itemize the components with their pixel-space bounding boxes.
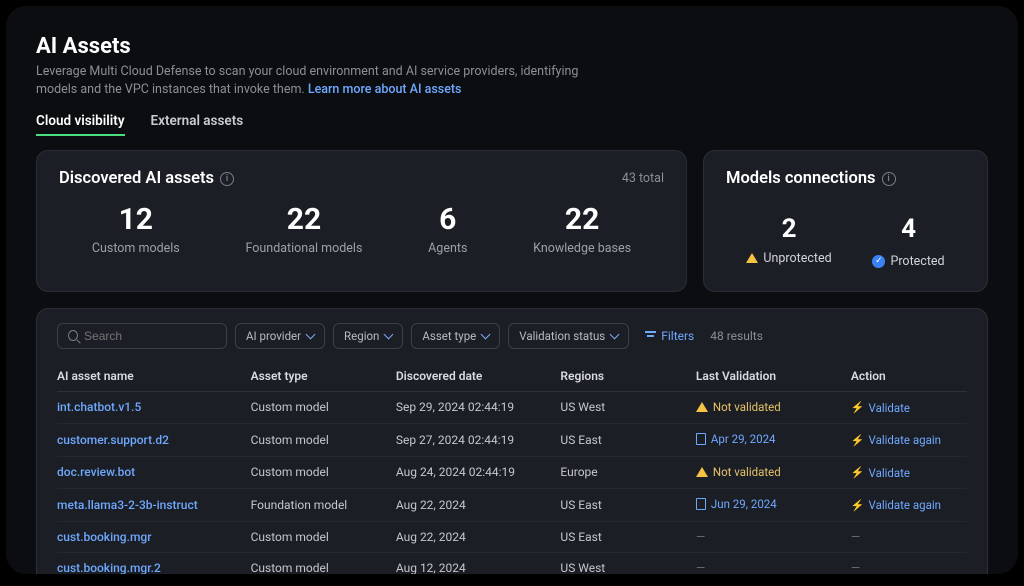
table-panel: AI provider Region Asset type Validation st… [36, 308, 988, 574]
col-header-validation[interactable]: Last Validation [696, 361, 851, 392]
bolt-icon: ⚡ [851, 499, 865, 512]
conn-stat-label: Unprotected [746, 251, 831, 266]
info-icon[interactable]: i [882, 172, 896, 186]
discovered-date: Sep 29, 2024 02:44:19 [396, 391, 561, 423]
tabs: Cloud visibility External assets [36, 113, 988, 136]
results-count: 48 results [710, 329, 763, 343]
asset-type: Foundation model [251, 488, 396, 521]
region: US West [560, 391, 696, 423]
bolt-icon: ⚡ [851, 466, 865, 479]
asset-link[interactable]: doc.review.bot [57, 465, 135, 479]
validation-warn: Not validated [696, 400, 781, 414]
tab-external-assets[interactable]: External assets [151, 113, 244, 136]
region: US East [560, 423, 696, 456]
discovered-date: Aug 12, 2024 [396, 552, 561, 574]
chevron-down-icon [306, 329, 316, 339]
stat-value: 22 [533, 202, 631, 237]
asset-type: Custom model [251, 423, 396, 456]
document-icon [696, 498, 706, 510]
asset-link[interactable]: cust.booking.mgr [57, 530, 151, 544]
conn-stat-label: ✓Protected [872, 254, 944, 269]
check-badge-icon: ✓ [872, 255, 885, 268]
table-row: doc.review.bot Custom model Aug 24, 2024… [57, 456, 967, 488]
validate-action[interactable]: ⚡Validate again [851, 433, 941, 447]
filter-region[interactable]: Region [333, 323, 403, 349]
filter-validation-status[interactable]: Validation status [508, 323, 629, 349]
chevron-down-icon [610, 329, 620, 339]
col-header-action[interactable]: Action [851, 361, 967, 392]
validate-action[interactable]: ⚡Validate [851, 401, 910, 415]
document-icon [696, 433, 706, 445]
chevron-down-icon [481, 329, 491, 339]
stat-label: Custom models [92, 241, 180, 256]
discovered-title: Discovered AI assets [59, 169, 214, 188]
asset-link[interactable]: meta.llama3-2-3b-instruct [57, 498, 198, 512]
discovered-total: 43 total [622, 171, 664, 186]
info-icon[interactable]: i [220, 172, 234, 186]
page-subtitle: Leverage Multi Cloud Defense to scan you… [36, 63, 596, 99]
asset-type: Custom model [251, 456, 396, 488]
asset-type: Custom model [251, 552, 396, 574]
col-header-name[interactable]: AI asset name [57, 361, 251, 392]
asset-type: Custom model [251, 521, 396, 552]
stat-label: Foundational models [246, 241, 363, 256]
validation-warn: Not validated [696, 465, 781, 479]
filter-ai-provider[interactable]: AI provider [235, 323, 325, 349]
warning-icon [746, 253, 758, 263]
asset-link[interactable]: cust.booking.mgr.2 [57, 561, 161, 574]
validate-action[interactable]: ⚡Validate [851, 466, 910, 480]
conn-stat-value: 2 [746, 214, 831, 244]
bolt-icon: ⚡ [851, 434, 865, 447]
connections-title: Models connections [726, 169, 876, 188]
action-empty: — [851, 530, 860, 544]
discovered-date: Aug 22, 2024 [396, 521, 561, 552]
table-row: int.chatbot.v1.5 Custom model Sep 29, 20… [57, 391, 967, 423]
stat-value: 6 [428, 202, 467, 237]
table-row: meta.llama3-2-3b-instruct Foundation mod… [57, 488, 967, 521]
table-row: customer.support.d2 Custom model Sep 27,… [57, 423, 967, 456]
col-header-discovered[interactable]: Discovered date [396, 361, 561, 392]
filters-button[interactable]: Filters [645, 329, 694, 343]
tab-cloud-visibility[interactable]: Cloud visibility [36, 113, 125, 136]
table-row: cust.booking.mgr Custom model Aug 22, 20… [57, 521, 967, 552]
region: US East [560, 521, 696, 552]
filter-icon [645, 331, 656, 340]
connections-panel: Models connections i 2 Unprotected 4 ✓Prote… [703, 150, 988, 292]
validation-empty: — [696, 561, 705, 574]
validation-date[interactable]: Apr 29, 2024 [696, 432, 776, 446]
asset-link[interactable]: customer.support.d2 [57, 433, 169, 447]
discovered-panel: Discovered AI assets i 43 total 12 Custom… [36, 150, 687, 292]
chevron-down-icon [384, 329, 394, 339]
asset-type: Custom model [251, 391, 396, 423]
validation-empty: — [696, 530, 705, 544]
stat-value: 12 [92, 202, 180, 237]
conn-stat-value: 4 [872, 214, 944, 244]
bolt-icon: ⚡ [851, 401, 865, 414]
filter-asset-type[interactable]: Asset type [411, 323, 500, 349]
col-header-type[interactable]: Asset type [251, 361, 396, 392]
warning-icon [696, 467, 708, 477]
region: Europe [560, 456, 696, 488]
discovered-date: Aug 22, 2024 [396, 488, 561, 521]
search-input[interactable] [57, 323, 227, 349]
action-empty: — [851, 561, 860, 574]
stat-label: Agents [428, 241, 467, 256]
discovered-date: Aug 24, 2024 02:44:19 [396, 456, 561, 488]
table-row: cust.booking.mgr.2 Custom model Aug 12, … [57, 552, 967, 574]
discovered-date: Sep 27, 2024 02:44:19 [396, 423, 561, 456]
learn-more-link[interactable]: Learn more about AI assets [308, 82, 462, 97]
validate-action[interactable]: ⚡Validate again [851, 498, 941, 512]
warning-icon [696, 402, 708, 412]
validation-date[interactable]: Jun 29, 2024 [696, 497, 777, 511]
stat-label: Knowledge bases [533, 241, 631, 256]
col-header-regions[interactable]: Regions [560, 361, 696, 392]
region: US East [560, 488, 696, 521]
region: US West [560, 552, 696, 574]
search-icon [68, 330, 78, 341]
stat-value: 22 [246, 202, 363, 237]
asset-link[interactable]: int.chatbot.v1.5 [57, 400, 141, 414]
page-title: AI Assets [36, 34, 988, 59]
